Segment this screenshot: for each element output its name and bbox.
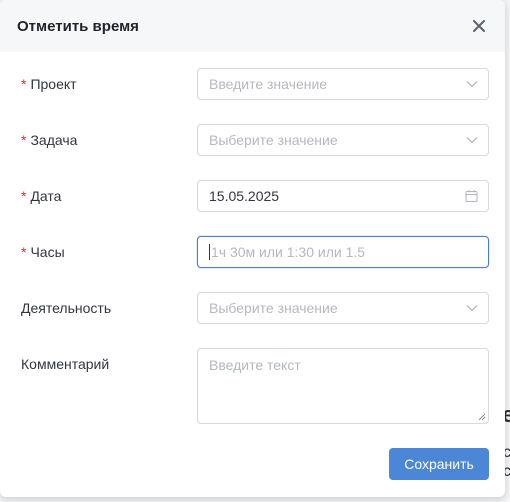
chevron-down-icon: [466, 81, 478, 88]
comment-placeholder: Введите текст: [209, 357, 301, 373]
required-mark: *: [21, 76, 27, 92]
activity-select[interactable]: Выберите значение: [197, 292, 489, 324]
project-select[interactable]: Введите значение: [197, 68, 489, 100]
date-value: 15.05.2025: [209, 188, 280, 204]
chevron-down-icon: [466, 137, 478, 144]
project-placeholder: Введите значение: [209, 76, 328, 92]
log-time-dialog: Отметить время * Проект Введите значение …: [0, 0, 505, 497]
close-button[interactable]: [469, 16, 489, 36]
save-button[interactable]: Сохранить: [389, 448, 489, 480]
hours-label: * Часы: [21, 244, 65, 260]
text-cursor: [209, 244, 210, 260]
hours-placeholder: 1ч 30м или 1:30 или 1.5: [211, 244, 366, 260]
task-placeholder: Выберите значение: [209, 132, 338, 148]
activity-placeholder: Выберите значение: [209, 300, 338, 316]
chevron-down-icon: [466, 305, 478, 312]
dialog-header: Отметить время: [0, 0, 505, 52]
required-mark: *: [21, 244, 27, 260]
required-mark: *: [21, 132, 27, 148]
resize-handle-icon[interactable]: [478, 413, 486, 421]
task-label: * Задача: [21, 132, 78, 148]
calendar-icon[interactable]: [465, 190, 478, 203]
comment-textarea[interactable]: Введите текст: [197, 348, 489, 424]
close-icon: [473, 20, 485, 32]
date-label: * Дата: [21, 188, 62, 204]
date-picker[interactable]: 15.05.2025: [197, 180, 489, 212]
task-select[interactable]: Выберите значение: [197, 124, 489, 156]
project-label: * Проект: [21, 76, 77, 92]
required-mark: *: [21, 188, 27, 204]
comment-label: Комментарий: [21, 356, 110, 372]
activity-label: Деятельность: [21, 300, 112, 316]
dialog-title: Отметить время: [17, 17, 139, 35]
hours-input[interactable]: 1ч 30м или 1:30 или 1.5: [197, 236, 489, 268]
